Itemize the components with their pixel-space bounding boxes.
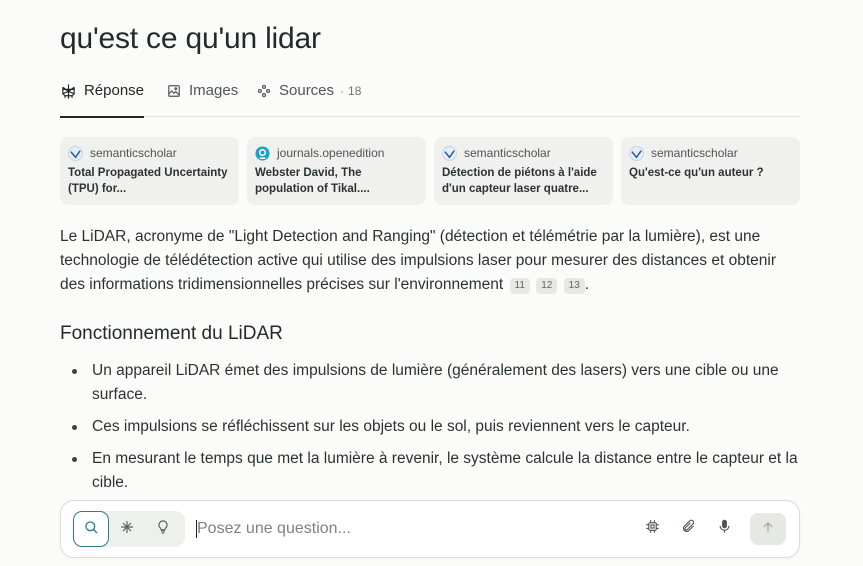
sources-row: semanticscholar Total Propagated Uncerta… — [60, 137, 800, 205]
bullet-list: Un appareil LiDAR émet des impulsions de… — [60, 359, 805, 503]
answer-end: . — [584, 276, 590, 293]
model-button[interactable] — [641, 518, 663, 540]
arrow-up-icon — [761, 520, 775, 539]
list-item: En mesurant le temps que met la lumière … — [60, 447, 805, 495]
paperclip-icon — [681, 519, 696, 539]
question-input[interactable] — [197, 518, 617, 540]
attach-button[interactable] — [677, 518, 699, 540]
source-site: semanticscholar — [464, 146, 551, 160]
semanticscholar-icon — [629, 145, 644, 161]
section-heading: Fonctionnement du LiDAR — [60, 323, 283, 344]
source-site: semanticscholar — [651, 146, 738, 160]
source-card[interactable]: semanticscholar Qu'est-ce qu'un auteur ? — [621, 137, 800, 205]
source-title: Total Propagated Uncertainty (TPU) for..… — [68, 167, 228, 195]
answer-intro: Le LiDAR, acronyme de "Light Detection a… — [60, 228, 776, 293]
tab-sources[interactable]: Sources · 18 — [255, 77, 361, 117]
semanticscholar-icon — [68, 145, 83, 161]
tab-images[interactable]: Images — [165, 77, 238, 117]
list-item: Un appareil LiDAR émet des impulsions de… — [60, 359, 805, 407]
sources-count: · 18 — [340, 84, 362, 98]
source-site: journals.openedition — [277, 146, 385, 160]
composer — [60, 500, 800, 558]
send-button[interactable] — [750, 513, 786, 545]
tab-answer-label: Réponse — [83, 82, 144, 99]
source-site: semanticscholar — [90, 146, 177, 160]
source-card[interactable]: semanticscholar Total Propagated Uncerta… — [60, 137, 239, 205]
search-icon — [83, 519, 99, 540]
answer-paragraph: Le LiDAR, acronyme de "Light Detection a… — [60, 225, 805, 297]
page-title: qu'est ce qu'un lidar — [60, 22, 321, 55]
tab-images-label: Images — [189, 82, 239, 99]
tab-sources-label: Sources — [279, 82, 335, 99]
source-title: Détection de piétons à l'aide d'un capte… — [442, 167, 597, 195]
chip-icon — [645, 519, 660, 539]
sources-icon — [255, 82, 273, 100]
mode-selector — [73, 511, 185, 547]
reasoning-icon — [119, 519, 135, 540]
openedition-icon — [255, 145, 270, 161]
source-title: Qu'est-ce qu'un auteur ? — [629, 167, 764, 179]
search-mode-button[interactable] — [73, 511, 109, 547]
semanticscholar-icon — [442, 145, 457, 161]
tab-answer[interactable]: Réponse — [60, 77, 144, 118]
citation-badge[interactable]: 11 — [509, 278, 530, 294]
citation-badge[interactable]: 12 — [536, 278, 558, 294]
citation-badge[interactable]: 13 — [563, 278, 585, 294]
microphone-icon — [717, 519, 732, 539]
research-mode-button[interactable] — [145, 511, 181, 547]
reasoning-mode-button[interactable] — [109, 511, 145, 547]
list-item: Ces impulsions se réfléchissent sur les … — [60, 415, 805, 439]
tab-bar: Réponse Images Sources · 18 — [60, 77, 800, 118]
source-title: Webster David, The population of Tikal..… — [255, 167, 370, 195]
source-card[interactable]: semanticscholar Détection de piétons à l… — [434, 137, 613, 205]
source-card[interactable]: journals.openedition Webster David, The … — [247, 137, 426, 205]
image-icon — [165, 82, 183, 100]
lightbulb-icon — [155, 519, 171, 540]
voice-button[interactable] — [713, 518, 735, 540]
perplexity-logo-icon — [60, 82, 78, 100]
